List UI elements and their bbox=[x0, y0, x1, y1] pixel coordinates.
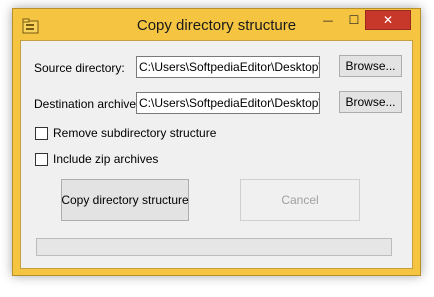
destination-browse-button[interactable]: Browse... bbox=[339, 91, 402, 113]
maximize-button[interactable]: ☐ bbox=[341, 10, 367, 30]
source-browse-button[interactable]: Browse... bbox=[339, 55, 402, 77]
destination-archive-label: Destination archive: bbox=[34, 97, 140, 111]
maximize-icon: ☐ bbox=[348, 13, 360, 27]
destination-archive-field[interactable]: C:\Users\SoftpediaEditor\Desktop\Sc bbox=[136, 92, 320, 114]
include-zip-checkbox[interactable] bbox=[35, 153, 48, 166]
progress-bar bbox=[36, 238, 392, 256]
copy-directory-structure-button[interactable]: Copy directory structure bbox=[61, 179, 189, 221]
source-directory-label: Source directory: bbox=[34, 61, 125, 75]
remove-subdirectory-label[interactable]: Remove subdirectory structure bbox=[53, 126, 216, 140]
minimize-button[interactable]: — bbox=[315, 10, 341, 30]
include-zip-label[interactable]: Include zip archives bbox=[53, 152, 158, 166]
minimize-icon: — bbox=[322, 13, 334, 27]
title-bar[interactable]: Copy directory structure — ☐ ✕ bbox=[13, 9, 420, 43]
dialog-client-area: Source directory: C:\Users\SoftpediaEdit… bbox=[20, 40, 413, 269]
app-window: Copy directory structure — ☐ ✕ Source di… bbox=[12, 8, 421, 276]
close-icon: ✕ bbox=[382, 13, 394, 27]
cancel-button[interactable]: Cancel bbox=[240, 179, 360, 221]
remove-subdirectory-checkbox[interactable] bbox=[35, 127, 48, 140]
close-button[interactable]: ✕ bbox=[365, 10, 411, 30]
source-directory-field[interactable]: C:\Users\SoftpediaEditor\Desktop\Sc bbox=[136, 56, 320, 78]
